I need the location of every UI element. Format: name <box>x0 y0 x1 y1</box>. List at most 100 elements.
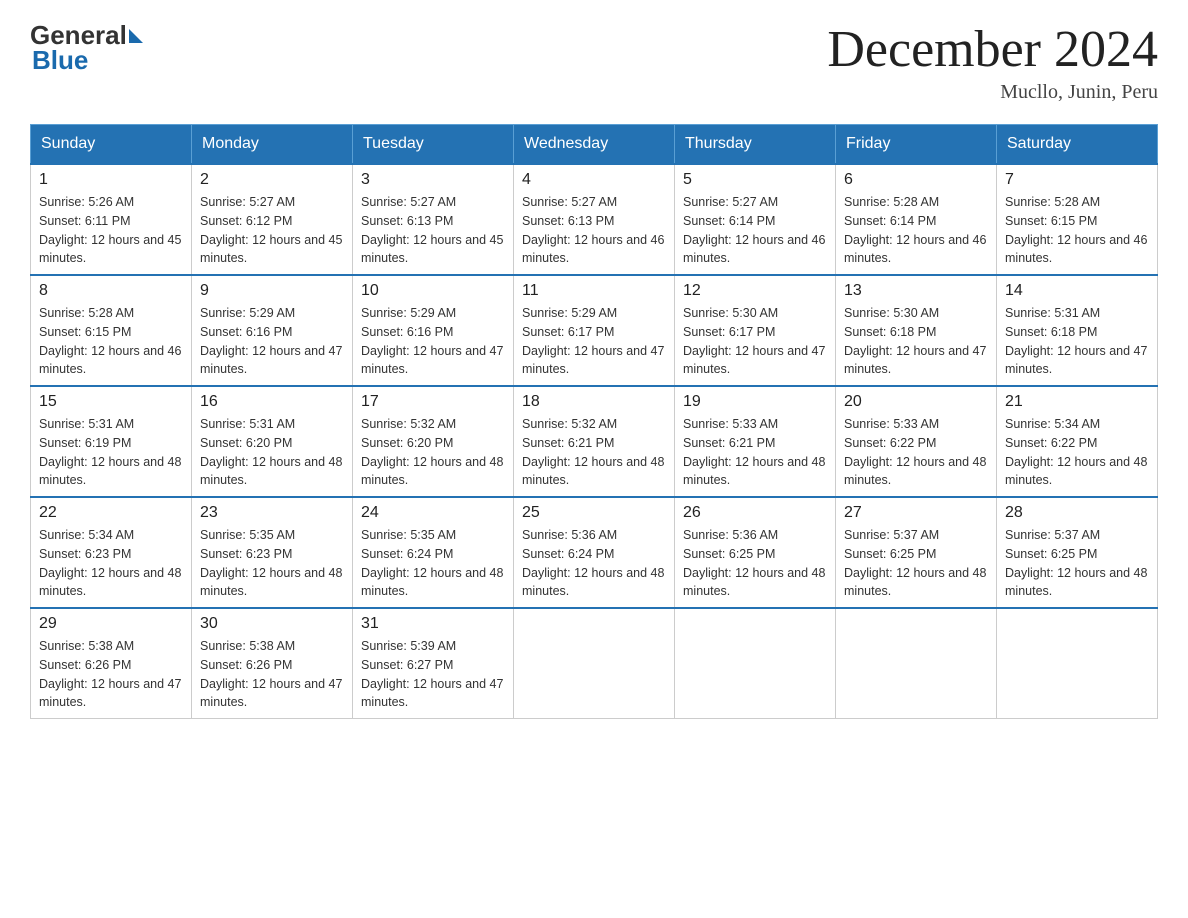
day-number: 18 <box>522 393 666 411</box>
calendar-cell: 27 Sunrise: 5:37 AMSunset: 6:25 PMDaylig… <box>836 497 997 608</box>
day-info: Sunrise: 5:37 AMSunset: 6:25 PMDaylight:… <box>844 526 988 601</box>
day-info: Sunrise: 5:30 AMSunset: 6:17 PMDaylight:… <box>683 304 827 379</box>
day-number: 30 <box>200 615 344 633</box>
calendar-cell: 22 Sunrise: 5:34 AMSunset: 6:23 PMDaylig… <box>31 497 192 608</box>
day-number: 1 <box>39 171 183 189</box>
day-number: 11 <box>522 282 666 300</box>
calendar-cell: 9 Sunrise: 5:29 AMSunset: 6:16 PMDayligh… <box>192 275 353 386</box>
title-area: December 2024 Mucllo, Junin, Peru <box>827 20 1158 104</box>
calendar-cell: 2 Sunrise: 5:27 AMSunset: 6:12 PMDayligh… <box>192 164 353 275</box>
calendar-table: SundayMondayTuesdayWednesdayThursdayFrid… <box>30 124 1158 719</box>
calendar-header-row: SundayMondayTuesdayWednesdayThursdayFrid… <box>31 125 1158 165</box>
calendar-cell: 30 Sunrise: 5:38 AMSunset: 6:26 PMDaylig… <box>192 608 353 719</box>
calendar-week-row: 8 Sunrise: 5:28 AMSunset: 6:15 PMDayligh… <box>31 275 1158 386</box>
day-number: 19 <box>683 393 827 411</box>
calendar-col-header: Saturday <box>997 125 1158 165</box>
day-info: Sunrise: 5:26 AMSunset: 6:11 PMDaylight:… <box>39 193 183 268</box>
day-info: Sunrise: 5:30 AMSunset: 6:18 PMDaylight:… <box>844 304 988 379</box>
calendar-col-header: Thursday <box>675 125 836 165</box>
calendar-cell <box>514 608 675 719</box>
calendar-cell: 24 Sunrise: 5:35 AMSunset: 6:24 PMDaylig… <box>353 497 514 608</box>
calendar-cell: 5 Sunrise: 5:27 AMSunset: 6:14 PMDayligh… <box>675 164 836 275</box>
day-number: 3 <box>361 171 505 189</box>
day-number: 4 <box>522 171 666 189</box>
day-info: Sunrise: 5:37 AMSunset: 6:25 PMDaylight:… <box>1005 526 1149 601</box>
day-info: Sunrise: 5:27 AMSunset: 6:14 PMDaylight:… <box>683 193 827 268</box>
day-info: Sunrise: 5:33 AMSunset: 6:22 PMDaylight:… <box>844 415 988 490</box>
day-number: 2 <box>200 171 344 189</box>
calendar-cell: 25 Sunrise: 5:36 AMSunset: 6:24 PMDaylig… <box>514 497 675 608</box>
calendar-cell: 11 Sunrise: 5:29 AMSunset: 6:17 PMDaylig… <box>514 275 675 386</box>
calendar-cell <box>997 608 1158 719</box>
calendar-week-row: 15 Sunrise: 5:31 AMSunset: 6:19 PMDaylig… <box>31 386 1158 497</box>
calendar-cell: 3 Sunrise: 5:27 AMSunset: 6:13 PMDayligh… <box>353 164 514 275</box>
calendar-col-header: Wednesday <box>514 125 675 165</box>
calendar-week-row: 22 Sunrise: 5:34 AMSunset: 6:23 PMDaylig… <box>31 497 1158 608</box>
day-info: Sunrise: 5:28 AMSunset: 6:15 PMDaylight:… <box>39 304 183 379</box>
calendar-cell: 8 Sunrise: 5:28 AMSunset: 6:15 PMDayligh… <box>31 275 192 386</box>
calendar-cell <box>836 608 997 719</box>
day-number: 28 <box>1005 504 1149 522</box>
day-info: Sunrise: 5:29 AMSunset: 6:17 PMDaylight:… <box>522 304 666 379</box>
calendar-cell: 12 Sunrise: 5:30 AMSunset: 6:17 PMDaylig… <box>675 275 836 386</box>
calendar-cell: 20 Sunrise: 5:33 AMSunset: 6:22 PMDaylig… <box>836 386 997 497</box>
calendar-cell: 7 Sunrise: 5:28 AMSunset: 6:15 PMDayligh… <box>997 164 1158 275</box>
day-info: Sunrise: 5:34 AMSunset: 6:22 PMDaylight:… <box>1005 415 1149 490</box>
day-number: 21 <box>1005 393 1149 411</box>
location-text: Mucllo, Junin, Peru <box>827 81 1158 104</box>
day-number: 10 <box>361 282 505 300</box>
calendar-cell: 14 Sunrise: 5:31 AMSunset: 6:18 PMDaylig… <box>997 275 1158 386</box>
day-number: 12 <box>683 282 827 300</box>
calendar-week-row: 29 Sunrise: 5:38 AMSunset: 6:26 PMDaylig… <box>31 608 1158 719</box>
calendar-cell <box>675 608 836 719</box>
day-number: 25 <box>522 504 666 522</box>
day-number: 31 <box>361 615 505 633</box>
calendar-cell: 10 Sunrise: 5:29 AMSunset: 6:16 PMDaylig… <box>353 275 514 386</box>
calendar-cell: 18 Sunrise: 5:32 AMSunset: 6:21 PMDaylig… <box>514 386 675 497</box>
calendar-cell: 16 Sunrise: 5:31 AMSunset: 6:20 PMDaylig… <box>192 386 353 497</box>
day-info: Sunrise: 5:39 AMSunset: 6:27 PMDaylight:… <box>361 637 505 712</box>
calendar-week-row: 1 Sunrise: 5:26 AMSunset: 6:11 PMDayligh… <box>31 164 1158 275</box>
day-number: 17 <box>361 393 505 411</box>
day-number: 14 <box>1005 282 1149 300</box>
day-info: Sunrise: 5:31 AMSunset: 6:18 PMDaylight:… <box>1005 304 1149 379</box>
day-info: Sunrise: 5:38 AMSunset: 6:26 PMDaylight:… <box>39 637 183 712</box>
calendar-cell: 23 Sunrise: 5:35 AMSunset: 6:23 PMDaylig… <box>192 497 353 608</box>
day-info: Sunrise: 5:38 AMSunset: 6:26 PMDaylight:… <box>200 637 344 712</box>
day-info: Sunrise: 5:34 AMSunset: 6:23 PMDaylight:… <box>39 526 183 601</box>
calendar-col-header: Monday <box>192 125 353 165</box>
day-number: 20 <box>844 393 988 411</box>
day-info: Sunrise: 5:32 AMSunset: 6:21 PMDaylight:… <box>522 415 666 490</box>
calendar-col-header: Tuesday <box>353 125 514 165</box>
day-number: 15 <box>39 393 183 411</box>
day-info: Sunrise: 5:31 AMSunset: 6:19 PMDaylight:… <box>39 415 183 490</box>
day-number: 16 <box>200 393 344 411</box>
calendar-col-header: Friday <box>836 125 997 165</box>
day-number: 23 <box>200 504 344 522</box>
day-info: Sunrise: 5:32 AMSunset: 6:20 PMDaylight:… <box>361 415 505 490</box>
calendar-cell: 13 Sunrise: 5:30 AMSunset: 6:18 PMDaylig… <box>836 275 997 386</box>
day-info: Sunrise: 5:27 AMSunset: 6:13 PMDaylight:… <box>522 193 666 268</box>
page-header: General Blue December 2024 Mucllo, Junin… <box>30 20 1158 104</box>
day-number: 8 <box>39 282 183 300</box>
logo: General Blue <box>30 20 145 76</box>
day-info: Sunrise: 5:35 AMSunset: 6:24 PMDaylight:… <box>361 526 505 601</box>
day-number: 9 <box>200 282 344 300</box>
day-number: 29 <box>39 615 183 633</box>
day-info: Sunrise: 5:28 AMSunset: 6:14 PMDaylight:… <box>844 193 988 268</box>
calendar-cell: 26 Sunrise: 5:36 AMSunset: 6:25 PMDaylig… <box>675 497 836 608</box>
day-info: Sunrise: 5:29 AMSunset: 6:16 PMDaylight:… <box>200 304 344 379</box>
calendar-cell: 17 Sunrise: 5:32 AMSunset: 6:20 PMDaylig… <box>353 386 514 497</box>
day-info: Sunrise: 5:27 AMSunset: 6:12 PMDaylight:… <box>200 193 344 268</box>
day-number: 22 <box>39 504 183 522</box>
calendar-cell: 31 Sunrise: 5:39 AMSunset: 6:27 PMDaylig… <box>353 608 514 719</box>
day-number: 7 <box>1005 171 1149 189</box>
day-number: 27 <box>844 504 988 522</box>
calendar-cell: 6 Sunrise: 5:28 AMSunset: 6:14 PMDayligh… <box>836 164 997 275</box>
day-number: 24 <box>361 504 505 522</box>
day-info: Sunrise: 5:29 AMSunset: 6:16 PMDaylight:… <box>361 304 505 379</box>
calendar-cell: 15 Sunrise: 5:31 AMSunset: 6:19 PMDaylig… <box>31 386 192 497</box>
day-info: Sunrise: 5:35 AMSunset: 6:23 PMDaylight:… <box>200 526 344 601</box>
calendar-cell: 1 Sunrise: 5:26 AMSunset: 6:11 PMDayligh… <box>31 164 192 275</box>
calendar-cell: 4 Sunrise: 5:27 AMSunset: 6:13 PMDayligh… <box>514 164 675 275</box>
